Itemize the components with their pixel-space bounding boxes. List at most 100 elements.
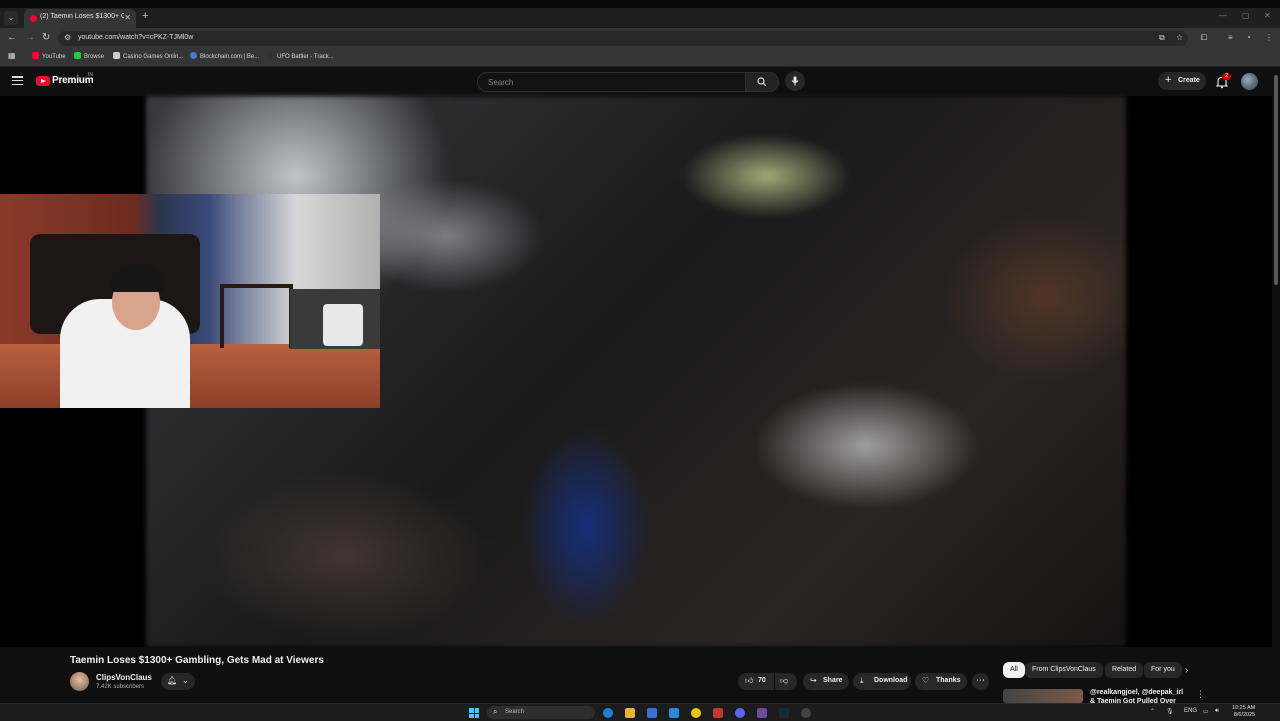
steam-icon[interactable] xyxy=(779,708,789,718)
bell-icon: 🔔︎ xyxy=(167,676,178,685)
create-button[interactable]: + Create xyxy=(1158,72,1206,90)
bookmark-casino[interactable]: Casino Games Onlin... xyxy=(113,52,183,60)
reload-icon[interactable]: ↻ xyxy=(42,32,50,43)
new-tab-button[interactable]: + xyxy=(142,10,148,22)
clock-date: 8/6/2025 xyxy=(1233,712,1256,718)
thanks-label: Thanks xyxy=(936,677,961,684)
bookmarks-bar: ▦ YouTube Browse Casino Games Onlin... B… xyxy=(0,48,1280,67)
network-icon[interactable]: ▭ xyxy=(1203,708,1209,715)
webcam-box xyxy=(323,304,363,346)
video-player[interactable] xyxy=(0,96,1280,647)
youtube-play-icon xyxy=(36,76,50,86)
channel-name[interactable]: ClipsVonClaus xyxy=(96,673,152,682)
like-count: 70 xyxy=(758,677,766,684)
extensions-icon[interactable]: ⧠ xyxy=(1201,33,1207,43)
video-info-panel: Taemin Loses $1300+ Gambling, Gets Mad a… xyxy=(0,647,1280,714)
browser-tab[interactable]: (2) Taemin Loses $1300+ Gamb ✕ xyxy=(24,9,136,28)
subscription-notifications-button[interactable]: 🔔︎ ⌄ xyxy=(161,673,195,690)
casino-bookmark-icon xyxy=(113,52,120,59)
blockchain-bookmark-icon xyxy=(190,52,197,59)
apps-grid-icon[interactable]: ▦ xyxy=(8,51,16,60)
search-input[interactable] xyxy=(486,75,740,90)
thumbs-down-icon: 👎︎ xyxy=(780,676,789,685)
mail-icon[interactable] xyxy=(669,708,679,718)
microphone-tray-icon[interactable]: 🎙︎ xyxy=(1166,708,1174,715)
app-icon-red[interactable] xyxy=(713,708,723,718)
thanks-button[interactable]: ♡ Thanks xyxy=(915,673,967,690)
close-tab-icon[interactable]: ✕ xyxy=(124,13,131,22)
channel-avatar[interactable] xyxy=(70,672,89,691)
forward-icon[interactable]: → xyxy=(25,32,35,43)
share-label: Share xyxy=(823,677,843,684)
bookmark-star-icon[interactable]: ☆ xyxy=(1176,33,1183,42)
streamer-webcam-overlay xyxy=(0,194,380,408)
window-top-edge xyxy=(0,0,1280,8)
account-avatar[interactable] xyxy=(1241,73,1258,90)
search-button[interactable] xyxy=(745,72,779,92)
voice-search-button[interactable] xyxy=(785,71,805,91)
scrollbar-thumb[interactable] xyxy=(1274,75,1278,285)
site-info-icon[interactable]: ⚙ xyxy=(64,33,71,42)
search-box xyxy=(477,72,747,92)
like-button[interactable]: 👍︎ 70 xyxy=(738,673,774,690)
chip-from-channel[interactable]: From ClipsVonClaus xyxy=(1025,662,1103,678)
minimize-icon[interactable]: — xyxy=(1219,11,1227,20)
maximize-icon[interactable]: ▢ xyxy=(1242,11,1250,20)
webcam-chair xyxy=(220,284,293,348)
chip-all[interactable]: All xyxy=(1003,662,1025,678)
logo-country: IN xyxy=(88,72,93,78)
share-button[interactable]: ↪ Share xyxy=(803,673,849,690)
tab-search-button[interactable]: ⌄ xyxy=(4,11,18,25)
app-icon-purple[interactable] xyxy=(757,708,767,718)
clock-time: 10:25 AM xyxy=(1232,705,1256,711)
url-text: youtube.com/watch?v=cPKZ-TJMl0w xyxy=(78,34,194,41)
tray-overflow-icon[interactable]: ⌃ xyxy=(1150,708,1155,715)
ufo-bookmark-icon xyxy=(267,52,274,59)
volume-icon[interactable]: 🔊︎ xyxy=(1215,708,1219,715)
subscriber-count: 7.42K subscribers xyxy=(96,684,145,690)
chevron-right-icon[interactable]: › xyxy=(1185,665,1188,676)
page-scrollbar[interactable] xyxy=(1272,67,1280,703)
taskbar-search-icon: ⌕ xyxy=(493,707,498,716)
edge-icon[interactable] xyxy=(603,708,613,718)
youtube-header: Premium IN + Create 2 xyxy=(0,67,1280,96)
recommendation-thumbnail[interactable] xyxy=(1003,689,1083,703)
taskbar-clock[interactable]: 10:25 AM 8/6/2025 xyxy=(1232,705,1255,719)
taskbar-search[interactable]: ⌕ Search xyxy=(487,706,595,719)
media-controls-icon[interactable]: ≡ xyxy=(1228,33,1233,42)
menu-icon[interactable] xyxy=(12,76,23,86)
bookmark-blockchain[interactable]: Blockchain.com | Be... xyxy=(190,52,259,60)
close-window-icon[interactable]: ✕ xyxy=(1264,11,1271,20)
store-icon[interactable] xyxy=(647,708,657,718)
bookmark-ufo-battler[interactable]: UFO Battler - Track... xyxy=(267,52,334,60)
notification-badge: 2 xyxy=(1222,73,1231,80)
video-title: Taemin Loses $1300+ Gambling, Gets Mad a… xyxy=(70,655,324,666)
app-icon-gray[interactable] xyxy=(801,708,811,718)
search-icon xyxy=(757,77,767,87)
discord-icon[interactable] xyxy=(735,708,745,718)
thumbs-up-icon: 👍︎ xyxy=(745,676,754,685)
windows-start-icon[interactable] xyxy=(469,708,479,718)
download-label: Download xyxy=(874,677,908,684)
more-actions-icon[interactable]: ⋯ xyxy=(972,673,989,690)
tab-strip: ⌄ (2) Taemin Loses $1300+ Gamb ✕ + — ▢ ✕ xyxy=(0,8,1280,28)
browse-bookmark-icon xyxy=(74,52,81,59)
chip-related[interactable]: Related xyxy=(1105,662,1144,678)
chrome-icon[interactable] xyxy=(691,708,701,718)
bookmark-browse[interactable]: Browse xyxy=(74,52,104,60)
create-label: Create xyxy=(1178,77,1200,84)
youtube-bookmark-icon xyxy=(32,52,39,59)
tab-title: (2) Taemin Loses $1300+ Gamb xyxy=(40,13,124,20)
chip-for-you[interactable]: For you xyxy=(1144,662,1182,678)
address-bar[interactable]: ⚙ youtube.com/watch?v=cPKZ-TJMl0w ⧉ ☆ xyxy=(58,31,1188,46)
bookmark-youtube[interactable]: YouTube xyxy=(32,52,66,60)
download-button[interactable]: ⤓ Download xyxy=(853,673,911,690)
language-indicator[interactable]: ENG xyxy=(1184,708,1197,714)
profile-icon[interactable]: ◔ xyxy=(1246,33,1251,42)
dislike-button[interactable]: 👎︎ xyxy=(775,673,797,690)
browser-menu-icon[interactable]: ⋮ xyxy=(1265,33,1273,42)
file-explorer-icon[interactable] xyxy=(625,708,635,718)
recommendation-menu-icon[interactable]: ⋮ xyxy=(1196,689,1205,700)
back-icon[interactable]: ← xyxy=(7,32,17,43)
install-app-icon[interactable]: ⧉ xyxy=(1159,33,1165,43)
